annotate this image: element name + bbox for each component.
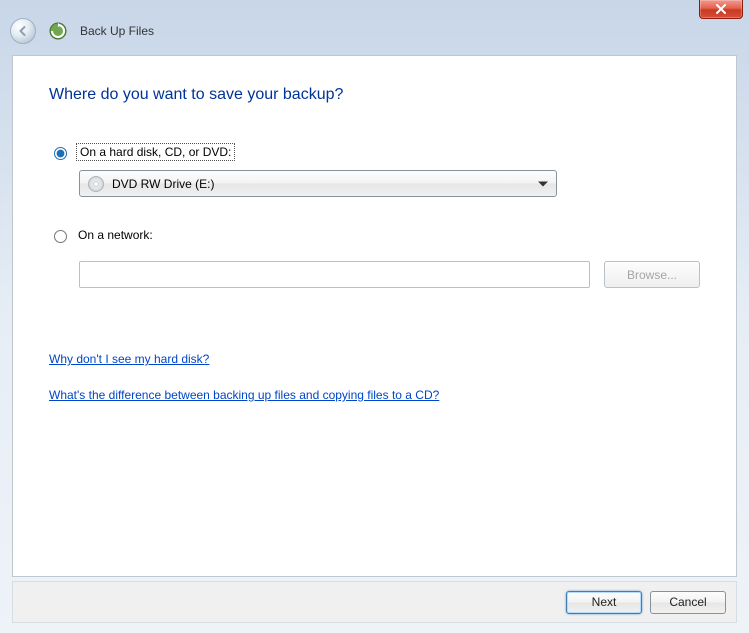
- disc-icon: [88, 176, 104, 192]
- back-arrow-icon: [16, 24, 30, 38]
- drive-dropdown-value: DVD RW Drive (E:): [112, 177, 214, 191]
- browse-button[interactable]: Browse...: [604, 261, 700, 288]
- wizard-title: Back Up Files: [80, 24, 154, 38]
- footer: Next Cancel: [12, 581, 737, 623]
- next-button[interactable]: Next: [566, 591, 642, 614]
- wizard-header: Back Up Files: [10, 16, 739, 46]
- option-network[interactable]: On a network:: [49, 227, 700, 243]
- option-network-label: On a network:: [78, 228, 153, 242]
- chevron-down-icon: [538, 181, 548, 186]
- radio-network[interactable]: [54, 230, 67, 243]
- option-hard-disk[interactable]: On a hard disk, CD, or DVD:: [49, 144, 700, 160]
- cancel-button[interactable]: Cancel: [650, 591, 726, 614]
- network-row: Browse...: [79, 261, 700, 288]
- link-why-no-disk[interactable]: Why don't I see my hard disk?: [49, 352, 209, 366]
- radio-hard-disk[interactable]: [54, 147, 67, 160]
- drive-dropdown[interactable]: DVD RW Drive (E:): [79, 170, 557, 197]
- network-path-input[interactable]: [79, 261, 590, 288]
- content-panel: Where do you want to save your backup? O…: [12, 55, 737, 577]
- page-heading: Where do you want to save your backup?: [49, 86, 700, 104]
- close-icon: [715, 4, 727, 14]
- option-hard-disk-label: On a hard disk, CD, or DVD:: [78, 145, 233, 159]
- back-button[interactable]: [10, 18, 36, 44]
- backup-icon: [48, 21, 68, 41]
- help-links: Why don't I see my hard disk? What's the…: [49, 352, 700, 424]
- link-backup-vs-copy[interactable]: What's the difference between backing up…: [49, 388, 439, 402]
